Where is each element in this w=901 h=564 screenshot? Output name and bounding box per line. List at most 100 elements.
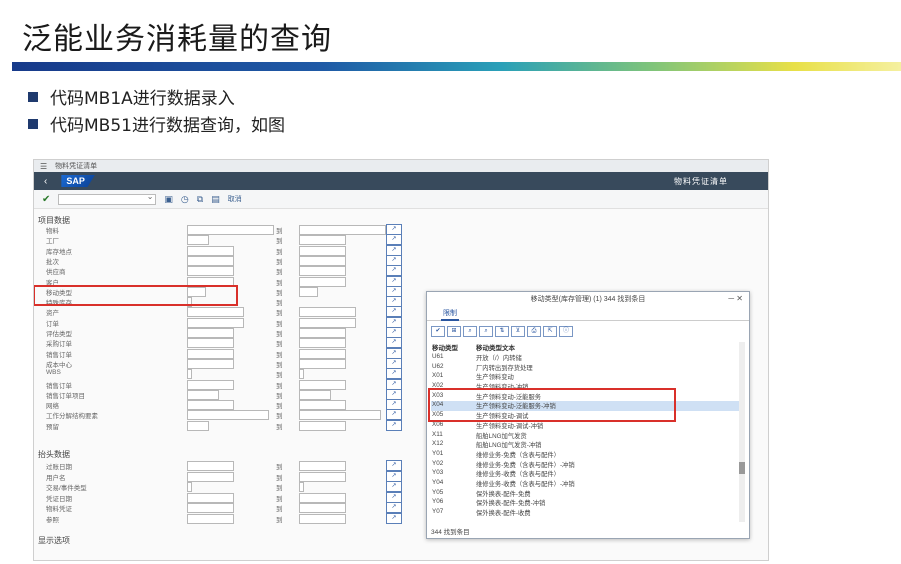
field-to-input[interactable] xyxy=(299,348,346,359)
field-to-input[interactable] xyxy=(299,276,346,287)
field-from-input[interactable] xyxy=(187,482,192,492)
field-to-input[interactable] xyxy=(299,471,346,482)
field-to-input[interactable] xyxy=(299,245,346,256)
grid-icon[interactable]: ⊞ xyxy=(447,326,461,337)
field-label: 物料凭证 xyxy=(46,506,72,513)
table-row[interactable]: Y05 保外换表-配件-免费 xyxy=(431,489,741,499)
table-row[interactable]: Y03 维修业务-收费（含表与配件） xyxy=(431,469,741,479)
popup-scrollbar[interactable] xyxy=(739,342,745,522)
command-field[interactable] xyxy=(58,192,157,205)
field-to-input[interactable] xyxy=(299,225,386,235)
back-icon[interactable]: ‹ xyxy=(44,176,47,187)
field-from-input[interactable] xyxy=(187,358,234,369)
column-header-code[interactable]: 移动类型 xyxy=(432,342,458,352)
search-icon[interactable]: ⌕ xyxy=(463,326,477,337)
cancel-button[interactable]: 取消 xyxy=(228,194,242,204)
field-from-input[interactable] xyxy=(187,503,234,513)
field-from-input[interactable] xyxy=(187,369,192,380)
field-to-input[interactable] xyxy=(299,379,346,390)
field-to-input[interactable] xyxy=(299,338,346,349)
table-row[interactable]: X12 船舶LNG加气发货-冲销 xyxy=(431,440,741,450)
window-controls-icon[interactable]: ─ ✕ xyxy=(728,294,743,303)
field-to-input[interactable] xyxy=(299,410,381,421)
to-label: 到 xyxy=(276,361,283,369)
field-from-input[interactable] xyxy=(187,328,234,338)
field-to-input[interactable] xyxy=(299,317,356,328)
table-row[interactable]: X11 船舶LNG加气发货 xyxy=(431,431,741,441)
field-from-input[interactable] xyxy=(187,400,234,411)
multiple-selection-icon[interactable]: ↗ xyxy=(386,491,402,503)
table-row[interactable]: X06 生产领料变动-调试-冲销 xyxy=(431,421,741,431)
field-to-input[interactable] xyxy=(299,307,356,318)
copy-icon[interactable]: ⧉ xyxy=(197,194,203,205)
field-from-input[interactable] xyxy=(187,513,234,524)
clock-icon[interactable]: ◷ xyxy=(181,194,189,205)
field-to-input[interactable] xyxy=(299,513,346,524)
field-from-input[interactable] xyxy=(187,317,244,328)
field-from-input[interactable] xyxy=(187,420,209,431)
table-row[interactable]: X01 生产领料变动 xyxy=(431,372,741,382)
filter-icon[interactable]: ⊻ xyxy=(511,326,525,337)
table-row[interactable]: U62 厂内转出到存货处理 xyxy=(431,363,741,373)
field-to-input[interactable] xyxy=(299,482,304,492)
tab-restrictions[interactable]: 限制 xyxy=(441,308,459,321)
variant-icon[interactable]: ▤ xyxy=(211,194,220,205)
table-row[interactable]: U61 开放（/）内转储 xyxy=(431,353,741,363)
info-icon[interactable]: ⓘ xyxy=(559,326,573,337)
field-to-input[interactable] xyxy=(299,328,346,338)
field-to-input[interactable] xyxy=(299,266,346,277)
table-row[interactable]: Y06 保外换表-配件-免费-冲销 xyxy=(431,498,741,508)
field-label: 资产 xyxy=(46,310,59,318)
field-to-input[interactable] xyxy=(299,255,346,266)
sort-icon[interactable]: ⇅ xyxy=(495,326,509,337)
field-from-input[interactable] xyxy=(187,338,234,349)
save-icon[interactable]: ▣ xyxy=(164,194,173,205)
table-row[interactable]: Y01 维修业务-免费（含表与配件） xyxy=(431,450,741,460)
field-to-input[interactable] xyxy=(299,358,346,369)
multiple-selection-icon[interactable]: ↗ xyxy=(386,512,402,524)
multiple-selection-icon[interactable]: ↗ xyxy=(386,502,402,513)
sap-window-titlebar: ☰ 物料凭证清单 xyxy=(34,160,768,172)
field-to-input[interactable] xyxy=(299,286,318,297)
to-label: 到 xyxy=(276,413,283,421)
multiple-selection-icon[interactable]: ↗ xyxy=(386,481,402,492)
to-label: 到 xyxy=(276,331,283,338)
field-from-input[interactable] xyxy=(187,255,234,266)
column-header-text[interactable]: 移动类型文本 xyxy=(476,342,515,352)
field-to-input[interactable] xyxy=(299,369,304,380)
ok-icon[interactable]: ✔ xyxy=(431,326,445,337)
field-from-input[interactable] xyxy=(187,379,234,390)
field-from-input[interactable] xyxy=(187,492,234,503)
export-icon[interactable]: ⇱ xyxy=(543,326,557,337)
table-row[interactable]: Y02 维修业务-免费（含表与配件）-冲销 xyxy=(431,460,741,470)
check-icon[interactable]: ✔ xyxy=(42,194,50,205)
field-from-input[interactable] xyxy=(187,245,234,256)
multiple-selection-icon[interactable]: ↗ xyxy=(386,419,402,431)
field-to-input[interactable] xyxy=(299,492,346,503)
field-from-input[interactable] xyxy=(187,471,234,482)
field-from-input[interactable] xyxy=(187,266,234,277)
print-icon[interactable]: ⎙ xyxy=(527,326,541,337)
field-from-input[interactable] xyxy=(187,307,244,318)
field-to-input[interactable] xyxy=(299,235,346,246)
menu-icon[interactable]: ☰ xyxy=(40,162,47,171)
field-to-input[interactable] xyxy=(299,389,331,400)
multiple-selection-icon[interactable]: ↗ xyxy=(386,470,402,482)
search-next-icon[interactable]: ⌕ xyxy=(479,326,493,337)
field-from-input[interactable] xyxy=(187,461,234,471)
field-from-input[interactable] xyxy=(187,348,234,359)
field-to-input[interactable] xyxy=(299,461,346,471)
table-row[interactable]: Y04 维修业务-收费（含表与配件）-冲销 xyxy=(431,479,741,489)
multiple-selection-icon[interactable]: ↗ xyxy=(386,460,402,471)
field-from-input[interactable] xyxy=(187,389,219,400)
field-to-input[interactable] xyxy=(299,420,346,431)
field-from-input[interactable] xyxy=(187,235,209,246)
to-label: 到 xyxy=(276,372,283,380)
field-from-input[interactable] xyxy=(187,225,274,235)
scroll-thumb[interactable] xyxy=(739,462,745,474)
field-to-input[interactable] xyxy=(299,400,346,411)
field-from-input[interactable] xyxy=(187,410,269,421)
to-label: 到 xyxy=(276,423,283,431)
field-to-input[interactable] xyxy=(299,503,346,513)
table-row[interactable]: Y07 保外换表-配件-收费 xyxy=(431,508,741,518)
